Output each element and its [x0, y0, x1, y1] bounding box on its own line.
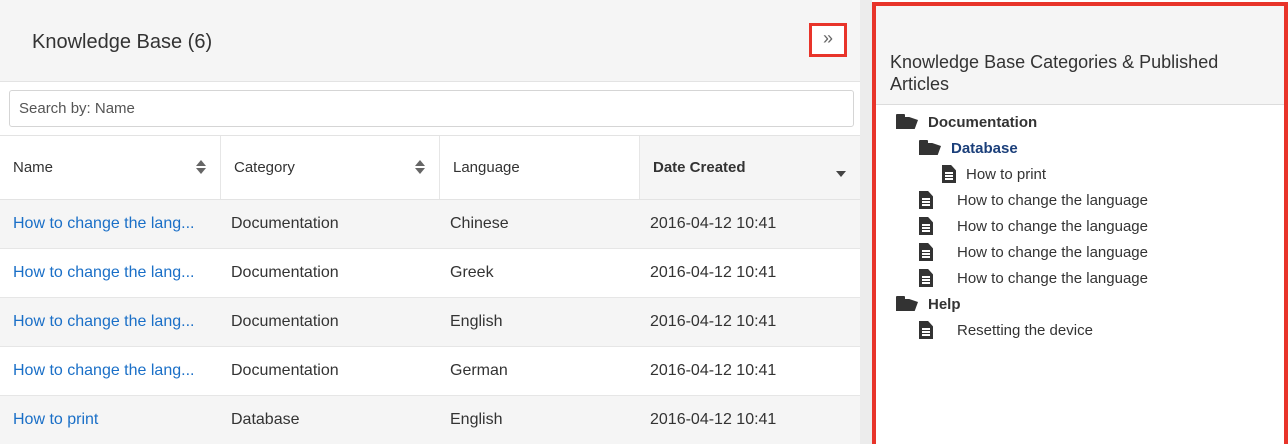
record-category: Documentation [231, 362, 339, 379]
tree-folder-label: Documentation [928, 113, 1038, 131]
tree-article-label: Resetting the device [957, 321, 1093, 339]
file-text-icon [919, 243, 933, 261]
sidebar-title: Knowledge Base Categories & Published Ar… [890, 52, 1219, 94]
knowledge-base-list-panel: Knowledge Base (6) » Name Category Langu… [0, 0, 860, 444]
column-header-label: Category [234, 159, 295, 176]
double-chevron-right-icon: » [822, 28, 833, 48]
table-row[interactable]: How to print Database English 2016-04-12… [0, 396, 860, 444]
sort-both-icon [415, 160, 425, 174]
search-input[interactable] [10, 91, 853, 126]
record-date-created: 2016-04-12 10:41 [650, 313, 777, 330]
record-date-created: 2016-04-12 10:41 [650, 215, 777, 232]
sidebar-header: Knowledge Base Categories & Published Ar… [876, 6, 1284, 105]
table-header: Name Category Language Date Created [0, 135, 860, 200]
tree-folder-database[interactable]: Database [919, 136, 1018, 160]
toggle-sidebar-button[interactable]: » [809, 23, 847, 57]
record-name-link[interactable]: How to change the lang... [13, 298, 213, 346]
record-name-link[interactable]: How to print [13, 396, 213, 444]
column-header-name[interactable]: Name [0, 136, 221, 199]
tree-article-label: How to print [966, 165, 1047, 183]
list-title: Knowledge Base (6) [32, 31, 213, 53]
list-header: Knowledge Base (6) » [0, 0, 860, 82]
record-name-link[interactable]: How to change the lang... [13, 200, 213, 248]
record-date-created: 2016-04-12 10:41 [650, 362, 777, 379]
record-name-link[interactable]: How to change the lang... [13, 347, 213, 395]
tree-article-how-to-print[interactable]: How to print [942, 162, 1046, 186]
file-text-icon [942, 165, 956, 183]
record-language: English [450, 411, 503, 428]
folder-open-icon [919, 140, 941, 156]
column-header-date-created[interactable]: Date Created [640, 136, 860, 199]
caret-down-icon [836, 171, 846, 177]
record-language: German [450, 362, 508, 379]
table-body: How to change the lang... Documentation … [0, 200, 860, 444]
tree-article-resetting-the-device[interactable]: Resetting the device [919, 318, 1093, 342]
column-header-language[interactable]: Language [440, 136, 640, 199]
file-text-icon [919, 191, 933, 209]
tree-article-label: How to change the language [957, 217, 1148, 235]
pane-divider [860, 0, 872, 444]
tree-article[interactable]: How to change the language [919, 240, 1148, 264]
folder-open-icon [896, 296, 918, 312]
tree-article[interactable]: How to change the language [919, 266, 1148, 290]
tree-article[interactable]: How to change the language [919, 214, 1148, 238]
sort-both-icon [196, 160, 206, 174]
tree-folder-label: Help [928, 295, 961, 313]
tree-folder-documentation[interactable]: Documentation [896, 110, 1037, 134]
column-header-label: Language [453, 159, 520, 176]
search-box [9, 90, 854, 127]
column-header-category[interactable]: Category [221, 136, 440, 199]
record-category: Database [231, 411, 300, 428]
table-row[interactable]: How to change the lang... Documentation … [0, 200, 860, 249]
record-category: Documentation [231, 264, 339, 281]
column-header-label: Date Created [653, 159, 746, 176]
record-name-link[interactable]: How to change the lang... [13, 249, 213, 297]
record-date-created: 2016-04-12 10:41 [650, 411, 777, 428]
column-header-label: Name [13, 159, 54, 176]
file-text-icon [919, 217, 933, 235]
record-category: Documentation [231, 215, 339, 232]
record-language: English [450, 313, 503, 330]
record-language: Chinese [450, 215, 509, 232]
tree-article-label: How to change the language [957, 269, 1148, 287]
table-row[interactable]: How to change the lang... Documentation … [0, 298, 860, 347]
record-language: Greek [450, 264, 494, 281]
tree-article[interactable]: How to change the language [919, 188, 1148, 212]
tree-folder-help[interactable]: Help [896, 292, 961, 316]
table-row[interactable]: How to change the lang... Documentation … [0, 347, 860, 396]
folder-open-icon [896, 114, 918, 130]
tree-article-label: How to change the language [957, 191, 1148, 209]
tree-folder-label: Database [951, 139, 1018, 157]
file-text-icon [919, 269, 933, 287]
record-category: Documentation [231, 313, 339, 330]
categories-sidebar: Knowledge Base Categories & Published Ar… [872, 2, 1288, 444]
table-row[interactable]: How to change the lang... Documentation … [0, 249, 860, 298]
file-text-icon [919, 321, 933, 339]
record-date-created: 2016-04-12 10:41 [650, 264, 777, 281]
tree-article-label: How to change the language [957, 243, 1148, 261]
